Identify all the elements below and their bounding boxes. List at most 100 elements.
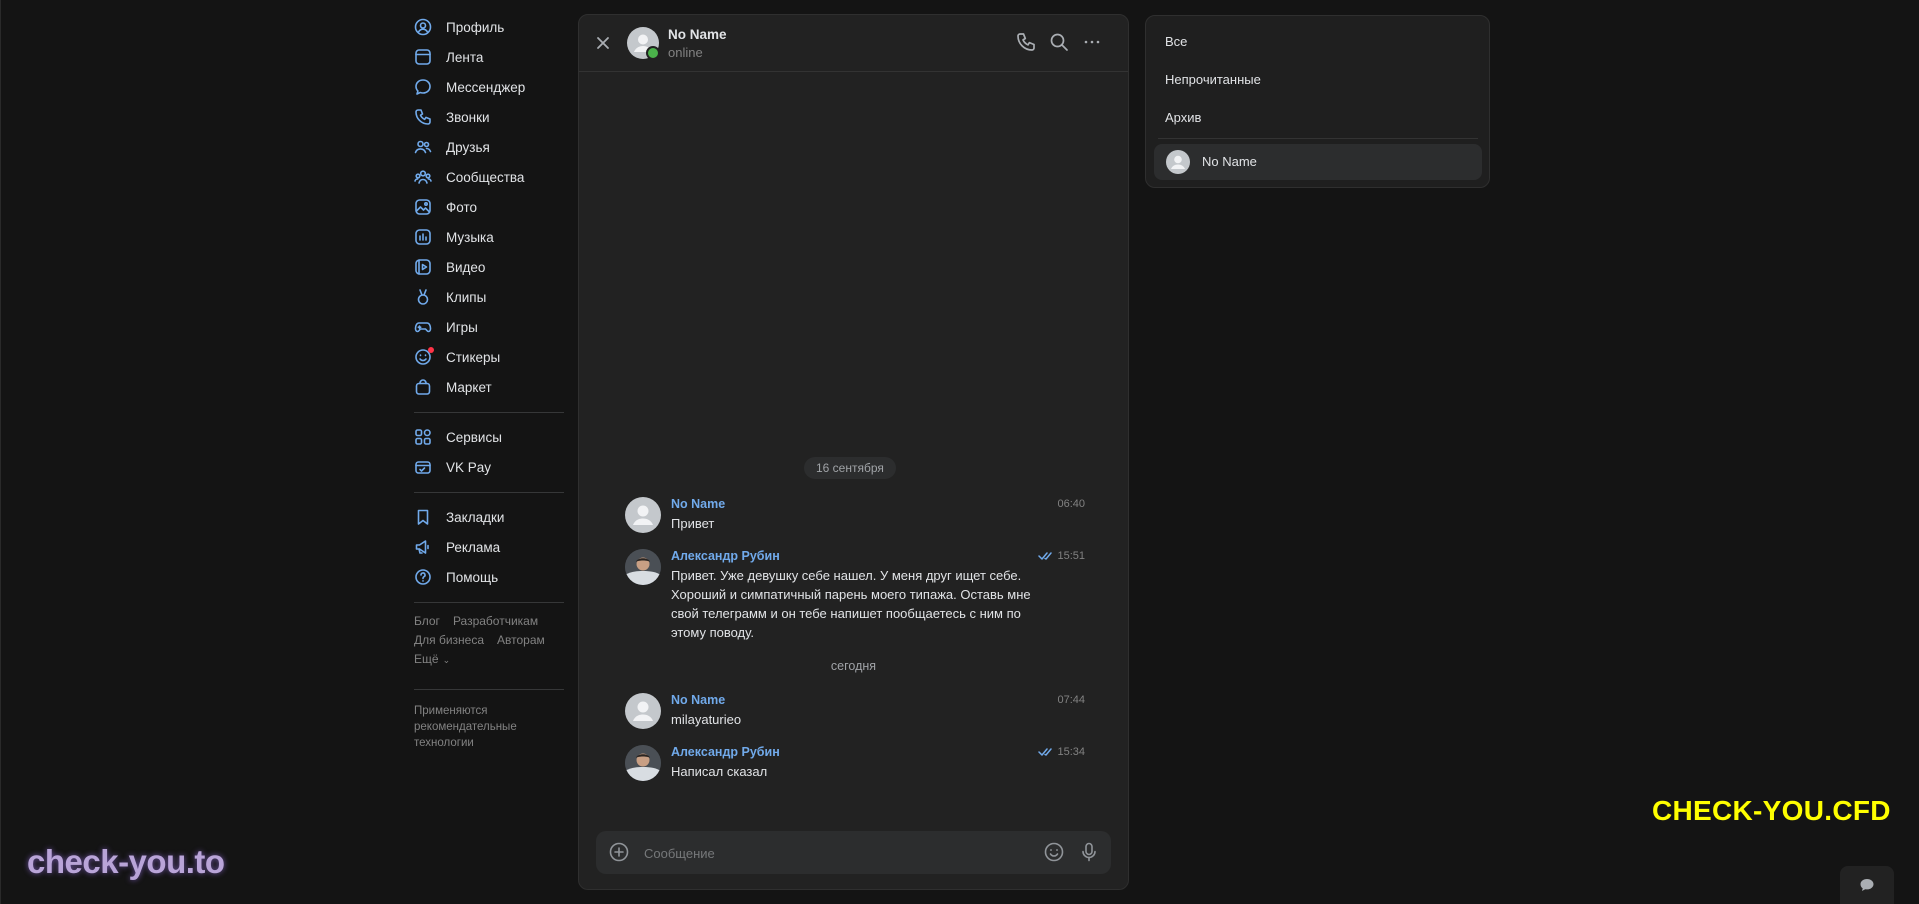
footer-link-business[interactable]: Для бизнеса bbox=[414, 633, 484, 647]
nav-item-games[interactable]: Игры bbox=[410, 312, 570, 342]
nav-item-messenger[interactable]: Мессенджер bbox=[410, 72, 570, 102]
avatar[interactable] bbox=[625, 745, 661, 781]
read-checkmark-icon bbox=[1038, 552, 1053, 560]
nav-divider bbox=[414, 689, 564, 690]
recommendation-note[interactable]: Применяются рекомендательные технологии bbox=[414, 703, 554, 751]
footer-link-developers[interactable]: Разработчикам bbox=[453, 614, 538, 628]
friends-icon bbox=[414, 138, 432, 156]
avatar-placeholder-icon bbox=[1171, 155, 1185, 169]
user-photo-icon bbox=[625, 745, 661, 781]
message-author[interactable]: Александр Рубин bbox=[671, 549, 780, 563]
nav-item-friends[interactable]: Друзья bbox=[410, 132, 570, 162]
chat-panel: No Name online 16 сентября No Name 06:40… bbox=[578, 14, 1129, 890]
nav-divider bbox=[414, 492, 564, 493]
nav-label: Помощь bbox=[446, 569, 499, 585]
avatar[interactable] bbox=[625, 549, 661, 585]
conversation-item[interactable]: No Name bbox=[1154, 144, 1482, 180]
message-time-label: 15:51 bbox=[1057, 550, 1085, 562]
conversation-name: No Name bbox=[1202, 154, 1257, 169]
message-text: Написал сказал bbox=[671, 764, 768, 779]
message: Александр Рубин 15:34 Написал сказал bbox=[625, 745, 1085, 785]
nav-label: Реклама bbox=[446, 539, 501, 555]
nav-item-market[interactable]: Маркет bbox=[410, 372, 570, 402]
message-text: Привет. Уже девушку себе нашел. У меня д… bbox=[671, 568, 1031, 640]
avatar[interactable] bbox=[627, 27, 660, 60]
folder-archive[interactable]: Архив bbox=[1165, 110, 1201, 125]
nav-item-vkpay[interactable]: VK Pay bbox=[410, 452, 570, 482]
help-icon bbox=[414, 568, 432, 586]
nav-label: Сервисы bbox=[446, 429, 502, 445]
nav-item-communities[interactable]: Сообщества bbox=[410, 162, 570, 192]
footer-link-authors[interactable]: Авторам bbox=[497, 633, 545, 647]
bookmark-icon bbox=[414, 508, 432, 526]
folder-unread[interactable]: Непрочитанные bbox=[1165, 72, 1261, 87]
nav-item-help[interactable]: Помощь bbox=[410, 562, 570, 592]
message-time-label: 15:34 bbox=[1057, 746, 1085, 758]
message-time: 15:51 bbox=[1038, 550, 1085, 562]
nav-label: Стикеры bbox=[446, 349, 501, 365]
message-time-label: 07:44 bbox=[1057, 694, 1085, 706]
video-icon bbox=[414, 258, 432, 276]
nav-label: Профиль bbox=[446, 19, 505, 35]
nav-item-ads[interactable]: Реклама bbox=[410, 532, 570, 562]
microphone-icon[interactable] bbox=[1078, 841, 1100, 863]
clips-icon bbox=[414, 288, 432, 306]
search-icon[interactable] bbox=[1048, 31, 1070, 53]
more-horizontal-icon[interactable] bbox=[1081, 31, 1103, 53]
avatar-placeholder-icon bbox=[633, 701, 653, 721]
message-input[interactable] bbox=[642, 841, 1026, 865]
phone-icon bbox=[414, 108, 432, 126]
services-grid-icon bbox=[414, 428, 432, 446]
sticker-smile-icon bbox=[414, 347, 434, 366]
nav-divider bbox=[414, 412, 564, 413]
nav-item-stickers[interactable]: Стикеры bbox=[410, 342, 570, 372]
add-attachment-icon[interactable] bbox=[608, 841, 630, 863]
communities-icon bbox=[414, 168, 432, 186]
avatar[interactable] bbox=[625, 693, 661, 729]
nav-item-calls[interactable]: Звонки bbox=[410, 102, 570, 132]
avatar bbox=[1166, 150, 1190, 174]
nav-item-profile[interactable]: Профиль bbox=[410, 12, 570, 42]
nav-label: Видео bbox=[446, 259, 486, 275]
message-author[interactable]: Александр Рубин bbox=[671, 745, 780, 759]
window-edge bbox=[0, 0, 1, 904]
profile-icon bbox=[414, 18, 432, 36]
nav-item-clips[interactable]: Клипы bbox=[410, 282, 570, 312]
nav-item-photo[interactable]: Фото bbox=[410, 192, 570, 222]
footer-links: Блог Разработчикам Для бизнеса Авторам Ещё… bbox=[414, 612, 570, 670]
folder-all[interactable]: Все bbox=[1165, 34, 1187, 49]
chevron-down-icon: ⌄ bbox=[442, 655, 451, 665]
close-icon[interactable] bbox=[593, 33, 613, 53]
nav-item-video[interactable]: Видео bbox=[410, 252, 570, 282]
nav-item-bookmarks[interactable]: Закладки bbox=[410, 502, 570, 532]
wallet-icon bbox=[414, 458, 432, 476]
left-navigation: Профиль Лента Мессенджер Звонки Друзья С… bbox=[410, 12, 570, 751]
chat-title[interactable]: No Name bbox=[668, 27, 727, 42]
avatar[interactable] bbox=[625, 497, 661, 533]
message: Александр Рубин 15:51 Привет. Уже девушк… bbox=[625, 549, 1085, 640]
nav-item-music[interactable]: Музыка bbox=[410, 222, 570, 252]
chat-bubble-icon bbox=[1860, 879, 1874, 891]
watermark-right: CHECK-YOU.CFD bbox=[1652, 795, 1891, 826]
footer-link-more[interactable]: Ещё ⌄ bbox=[414, 652, 463, 666]
nav-item-services[interactable]: Сервисы bbox=[410, 422, 570, 452]
megaphone-icon bbox=[414, 538, 432, 556]
nav-label: Друзья bbox=[446, 139, 490, 155]
message-text: Привет bbox=[671, 516, 715, 531]
message-time: 06:40 bbox=[1057, 498, 1085, 510]
photo-icon bbox=[414, 198, 432, 216]
nav-divider bbox=[414, 602, 564, 603]
footer-link-more-label: Ещё bbox=[414, 652, 439, 666]
chat-status: online bbox=[668, 45, 703, 60]
read-checkmark-icon bbox=[1038, 748, 1053, 756]
message: No Name 06:40 Привет bbox=[625, 497, 1085, 537]
nav-item-feed[interactable]: Лента bbox=[410, 42, 570, 72]
emoji-icon[interactable] bbox=[1043, 841, 1065, 863]
message-author[interactable]: No Name bbox=[671, 497, 725, 511]
online-indicator bbox=[646, 46, 660, 60]
footer-link-blog[interactable]: Блог bbox=[414, 614, 440, 628]
phone-call-icon[interactable] bbox=[1015, 31, 1037, 53]
message-author[interactable]: No Name bbox=[671, 693, 725, 707]
shopping-bag-icon bbox=[414, 378, 432, 396]
chat-bubble-button[interactable] bbox=[1840, 866, 1894, 904]
